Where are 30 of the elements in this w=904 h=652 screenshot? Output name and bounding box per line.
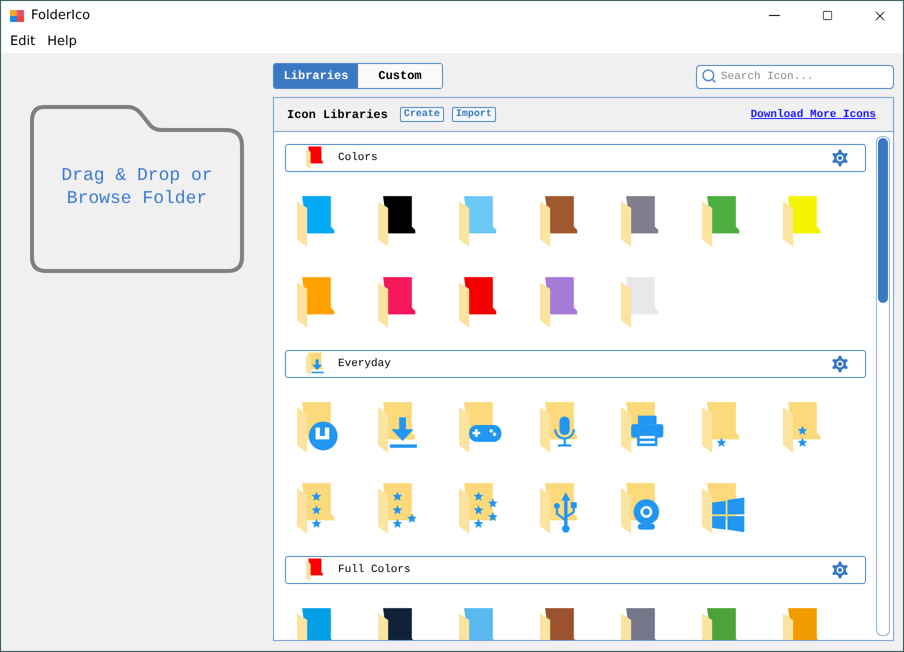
minimize-icon <box>768 15 780 16</box>
download-more-link[interactable]: Download More Icons <box>750 108 876 120</box>
library-title: Full Colors <box>338 564 412 576</box>
menu-item[interactable]: Edit <box>4 34 42 49</box>
maximize-icon <box>822 10 832 21</box>
library-title: Colors <box>338 152 379 164</box>
drop-zone-text: Drag & Drop or Browse Folder <box>60 165 214 211</box>
tab[interactable]: Custom <box>358 64 442 88</box>
library-header[interactable]: Colors <box>285 144 866 172</box>
settings-icon[interactable] <box>829 559 851 581</box>
search-field[interactable]: Search Icon... <box>696 65 894 89</box>
settings-icon[interactable] <box>829 147 851 169</box>
menu-item[interactable]: Help <box>41 34 83 49</box>
tab[interactable]: Libraries <box>274 64 358 88</box>
library-header[interactable]: Full Colors <box>285 556 866 584</box>
library-header[interactable]: Everyday <box>285 350 866 378</box>
scrollbar-track[interactable] <box>876 136 890 636</box>
library-title: Everyday <box>338 358 392 370</box>
panel-title: Icon Libraries <box>287 108 388 122</box>
window-title: FolderIco <box>31 8 92 23</box>
library-folder-icon[interactable] <box>306 558 326 582</box>
library-folder-icon[interactable] <box>306 352 326 376</box>
library-folder-icon[interactable] <box>306 146 326 170</box>
panel-button[interactable]: Create <box>400 107 444 122</box>
app-logo-icon <box>10 10 24 22</box>
folder-outline-drawing[interactable] <box>30 105 244 273</box>
panel-button[interactable]: Import <box>452 107 496 122</box>
scrollbar-thumb[interactable] <box>878 138 888 303</box>
search-icon <box>701 68 717 84</box>
settings-icon[interactable] <box>829 353 851 375</box>
